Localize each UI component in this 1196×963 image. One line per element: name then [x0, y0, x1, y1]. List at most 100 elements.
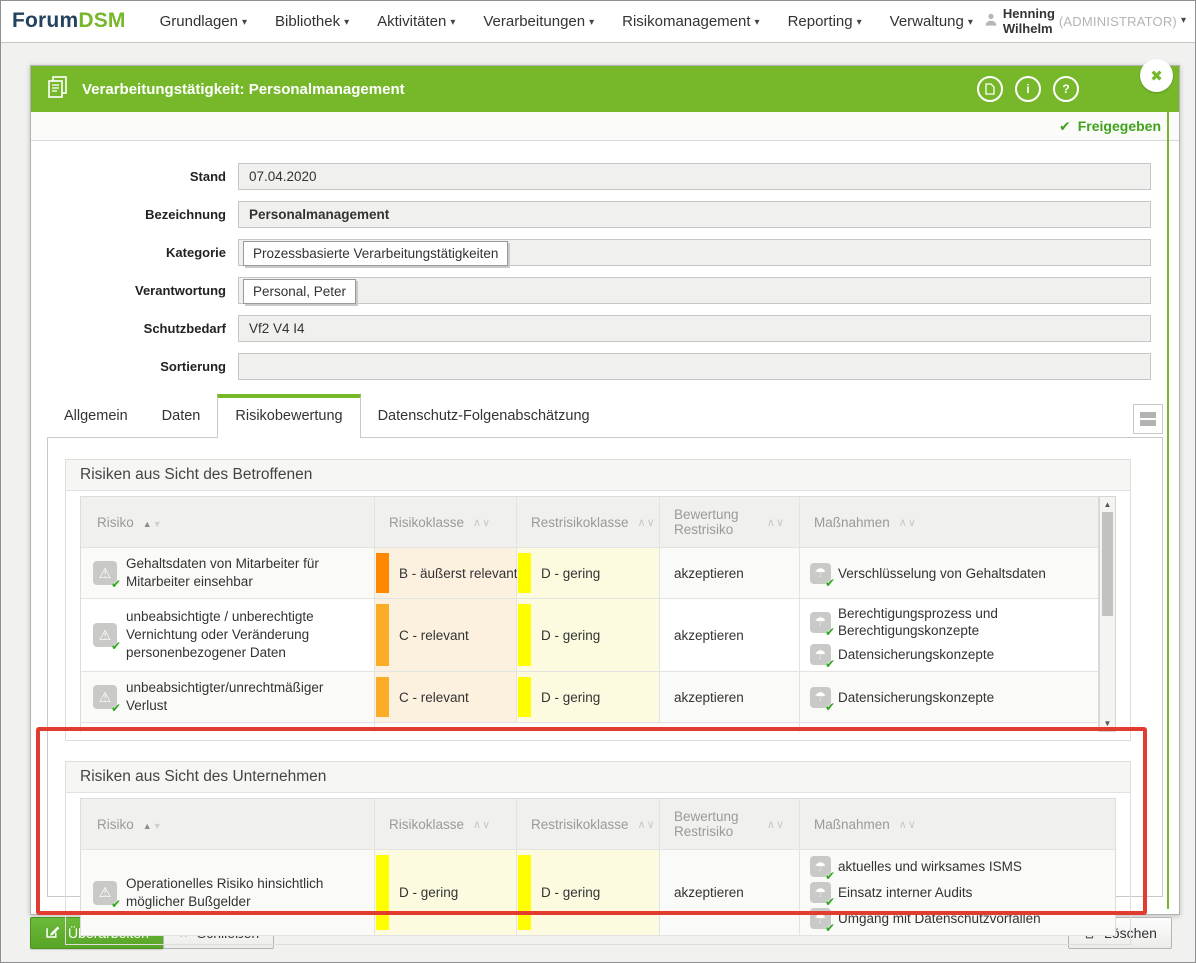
risk-class-cell: D - gering: [375, 850, 517, 935]
check-icon: ✔: [825, 657, 835, 671]
risk-warning-icon: ⚠✔: [93, 623, 117, 647]
user-role: (ADMINISTRATOR): [1059, 14, 1177, 29]
residual-class-swatch: [518, 855, 531, 930]
menu-reporting[interactable]: Reporting▾: [776, 7, 874, 36]
risk-class-cell: C - relevant: [375, 599, 517, 671]
chevron-down-icon: ▾: [968, 17, 973, 28]
column-header-massnahmen[interactable]: Maßnahmen∧∨: [800, 497, 1098, 547]
panel-body: Risiko▲▼ Risikoklasse∧∨ Restrisikoklasse…: [66, 793, 1130, 944]
bezeichnung-field[interactable]: Personalmanagement: [238, 201, 1151, 228]
column-header-massnahmen[interactable]: Maßnahmen∧∨: [800, 799, 1115, 849]
help-icon[interactable]: ?: [1053, 76, 1079, 102]
sortierung-field[interactable]: [238, 353, 1151, 380]
field-label: Kategorie: [31, 239, 238, 260]
menu-grundlagen[interactable]: Grundlagen▾: [148, 7, 259, 36]
logo-forum: Forum: [12, 9, 78, 32]
scrollbar-thumb[interactable]: [1102, 512, 1113, 616]
chevron-down-icon: ▾: [755, 17, 760, 28]
column-header-bewertung[interactable]: Bewertung Restrisiko∧∨: [660, 799, 800, 849]
risk-class-swatch: [376, 553, 389, 593]
menu-verarbeitungen[interactable]: Verarbeitungen▾: [471, 7, 606, 36]
close-icon: ✖: [1150, 67, 1163, 85]
dialog-scrollbar-thumb[interactable]: [1167, 112, 1169, 909]
pdf-export-icon[interactable]: [977, 76, 1003, 102]
residual-class-swatch: [518, 677, 531, 717]
top-navbar: ForumDSM Grundlagen▾ Bibliothek▾ Aktivit…: [0, 0, 1196, 43]
column-header-risiko[interactable]: Risiko▲▼: [81, 799, 375, 849]
tab-allgemein[interactable]: Allgemein: [47, 394, 145, 437]
menu-bibliothek[interactable]: Bibliothek▾: [263, 7, 361, 36]
user-menu[interactable]: Henning Wilhelm (ADMINISTRATOR) ▾: [985, 6, 1186, 36]
column-header-bewertung[interactable]: Bewertung Restrisiko∧∨: [660, 497, 800, 547]
umbrella-icon: ☂✔: [810, 644, 831, 665]
risk-class-cell: C - relevant: [375, 672, 517, 722]
umbrella-icon: ☂✔: [810, 882, 831, 903]
check-icon: ✔: [1059, 118, 1071, 135]
stand-field[interactable]: 07.04.2020: [238, 163, 1151, 190]
residual-class-cell: D - gering: [517, 548, 660, 598]
umbrella-icon: ☂✔: [810, 612, 831, 633]
umbrella-icon: ☂✔: [810, 856, 831, 877]
umbrella-icon: ☂✔: [810, 687, 831, 708]
dialog-title: Verarbeitungstätigkeit: Personalmanageme…: [82, 81, 405, 98]
column-header-restrisikoklasse[interactable]: Restrisikoklasse∧∨: [517, 799, 660, 849]
column-header-risikoklasse[interactable]: Risikoklasse∧∨: [375, 497, 517, 547]
check-icon: ✔: [825, 869, 835, 883]
sort-icon: ▲▼: [143, 515, 163, 530]
chevron-down-icon: ▾: [589, 17, 594, 28]
info-icon[interactable]: i: [1015, 76, 1041, 102]
table-row[interactable]: ⚠✔unbeabsichtigter/unrechtmäßiger Verlus…: [81, 672, 1098, 723]
table-header-row: Risiko▲▼ Risikoklasse∧∨ Restrisikoklasse…: [81, 799, 1115, 850]
scroll-down-icon[interactable]: ▼: [1100, 717, 1115, 730]
field-label: Schutzbedarf: [31, 315, 238, 336]
column-header-risiko[interactable]: Risiko▲▼: [81, 497, 375, 547]
panel-risiken-unternehmen: Risiken aus Sicht des Unternehmen Risiko…: [65, 761, 1131, 945]
tab-datenschutz-folgenabschaetzung[interactable]: Datenschutz-Folgenabschätzung: [361, 394, 607, 437]
risikobewertung-tab-content: Risiken aus Sicht des Betroffenen Risiko…: [47, 437, 1163, 897]
check-icon: ✔: [111, 897, 121, 911]
check-icon: ✔: [825, 895, 835, 909]
check-icon: ✔: [825, 921, 835, 935]
column-header-restrisikoklasse[interactable]: Restrisikoklasse∧∨: [517, 497, 660, 547]
table-row[interactable]: ⚠✔unbeabsichtigte / unberechtigte Vernic…: [81, 599, 1098, 672]
table-header-row: Risiko▲▼ Risikoklasse∧∨ Restrisikoklasse…: [81, 497, 1098, 548]
table-row-partial: ☂: [81, 723, 1098, 732]
measure-item: ☂✔Datensicherungskonzepte: [810, 644, 1088, 665]
column-header-risikoklasse[interactable]: Risikoklasse∧∨: [375, 799, 517, 849]
dialog-close-button[interactable]: ✖: [1140, 59, 1173, 92]
measure-item: ☂✔Umgang mit Datenschutzvorfällen: [810, 908, 1041, 929]
scroll-up-icon[interactable]: ▲: [1100, 498, 1115, 511]
residual-class-cell: D - gering: [517, 850, 660, 935]
umbrella-icon: ☂✔: [810, 908, 831, 929]
form-row-sortierung: Sortierung: [31, 353, 1179, 380]
schutzbedarf-field[interactable]: Vf2 V4 I4: [238, 315, 1151, 342]
residual-class-swatch: [518, 553, 531, 593]
sort-icon: ∧∨: [473, 818, 491, 831]
verantwortung-chip[interactable]: Personal, Peter: [243, 279, 356, 304]
verantwortung-field[interactable]: Personal, Peter: [238, 277, 1151, 304]
tab-risikobewertung[interactable]: Risikobewertung: [217, 394, 360, 438]
menu-verwaltung[interactable]: Verwaltung▾: [878, 7, 985, 36]
menu-risikomanagement[interactable]: Risikomanagement▾: [610, 7, 771, 36]
kategorie-chip[interactable]: Prozessbasierte Verarbeitungstätigkeiten: [243, 241, 508, 266]
status-bar: ✔Freigegeben: [31, 112, 1179, 141]
chevron-down-icon: ▾: [344, 17, 349, 28]
check-icon: ✔: [825, 700, 835, 714]
measure-item: ☂✔aktuelles und wirksames ISMS: [810, 856, 1041, 877]
kategorie-field[interactable]: Prozessbasierte Verarbeitungstätigkeiten: [238, 239, 1151, 266]
tab-daten[interactable]: Daten: [145, 394, 218, 437]
chevron-down-icon: ▾: [450, 17, 455, 28]
user-name: Henning Wilhelm: [1003, 6, 1055, 36]
check-icon: ✔: [111, 639, 121, 653]
risk-table-unternehmen: Risiko▲▼ Risikoklasse∧∨ Restrisikoklasse…: [80, 798, 1116, 936]
table-row[interactable]: ⚠✔Operationelles Risiko hinsichtlich mög…: [81, 850, 1115, 936]
panel-risiken-betroffene: Risiken aus Sicht des Betroffenen Risiko…: [65, 459, 1131, 741]
table-scrollbar[interactable]: ▲ ▼: [1099, 496, 1116, 732]
risk-warning-icon: ⚠✔: [93, 561, 117, 585]
app-logo[interactable]: ForumDSM: [12, 9, 126, 33]
residual-class-swatch: [518, 604, 531, 666]
panel-title: Risiken aus Sicht des Betroffenen: [66, 460, 1130, 491]
menu-aktivitaeten[interactable]: Aktivitäten▾: [365, 7, 467, 36]
table-row[interactable]: ⚠✔Gehaltsdaten von Mitarbeiter für Mitar…: [81, 548, 1098, 599]
collapse-panels-icon[interactable]: [1133, 404, 1163, 434]
